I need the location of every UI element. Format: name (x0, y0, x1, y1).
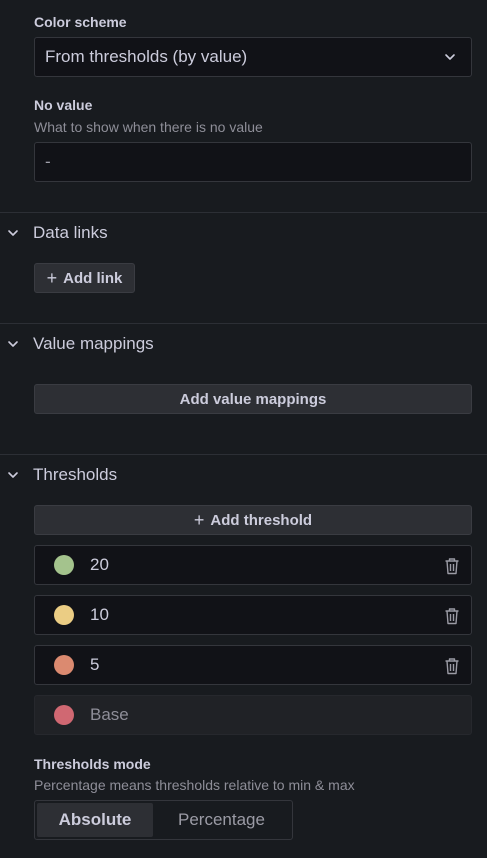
add-threshold-label: Add threshold (210, 511, 313, 529)
section-divider (0, 212, 487, 213)
threshold-color-swatch[interactable] (54, 705, 74, 725)
chevron-down-icon (8, 341, 18, 347)
plus-icon: + (46, 268, 58, 288)
threshold-row[interactable]: 20 (34, 545, 472, 585)
no-value-input[interactable]: - (34, 142, 472, 182)
threshold-row[interactable]: 10 (34, 595, 472, 635)
threshold-value: 20 (90, 555, 109, 574)
trash-icon[interactable] (444, 607, 460, 625)
data-links-title: Data links (33, 223, 108, 242)
thresholds-title: Thresholds (33, 465, 118, 484)
threshold-row[interactable]: 5 (34, 645, 472, 685)
thresholds-mode-description: Percentage means thresholds relative to … (34, 777, 355, 793)
value-mappings-header[interactable]: Value mappings (0, 333, 154, 355)
threshold-color-swatch[interactable] (54, 605, 74, 625)
threshold-color-swatch[interactable] (54, 555, 74, 575)
thresholds-mode-radio-group: Absolute Percentage (34, 800, 293, 840)
thresholds-mode-percentage[interactable]: Percentage (155, 803, 288, 837)
add-value-mappings-button[interactable]: Add value mappings (34, 384, 472, 414)
trash-icon[interactable] (444, 657, 460, 675)
threshold-color-swatch[interactable] (54, 655, 74, 675)
add-link-button[interactable]: + Add link (34, 263, 135, 293)
no-value-description: What to show when there is no value (34, 119, 263, 135)
chevron-down-icon (8, 472, 18, 478)
add-value-mappings-label: Add value mappings (179, 390, 327, 408)
threshold-value: Base (90, 705, 129, 724)
add-link-label: Add link (63, 269, 123, 287)
trash-icon[interactable] (444, 557, 460, 575)
color-scheme-select[interactable]: From thresholds (by value) (34, 37, 472, 77)
threshold-row-base: Base (34, 695, 472, 735)
chevron-down-icon (8, 230, 18, 236)
chevron-down-icon (445, 54, 455, 60)
data-links-header[interactable]: Data links (0, 222, 108, 244)
plus-icon: + (193, 510, 205, 530)
no-value-label: No value (34, 97, 93, 113)
value-mappings-title: Value mappings (33, 334, 154, 353)
color-scheme-label: Color scheme (34, 14, 127, 30)
no-value-input-text: - (45, 152, 51, 171)
section-divider (0, 454, 487, 455)
add-threshold-button[interactable]: + Add threshold (34, 505, 472, 535)
thresholds-mode-label: Thresholds mode (34, 756, 151, 772)
thresholds-mode-absolute[interactable]: Absolute (37, 803, 153, 837)
threshold-value: 5 (90, 655, 100, 674)
threshold-value: 10 (90, 605, 109, 624)
thresholds-header[interactable]: Thresholds (0, 464, 117, 486)
section-divider (0, 323, 487, 324)
color-scheme-value: From thresholds (by value) (45, 47, 248, 66)
